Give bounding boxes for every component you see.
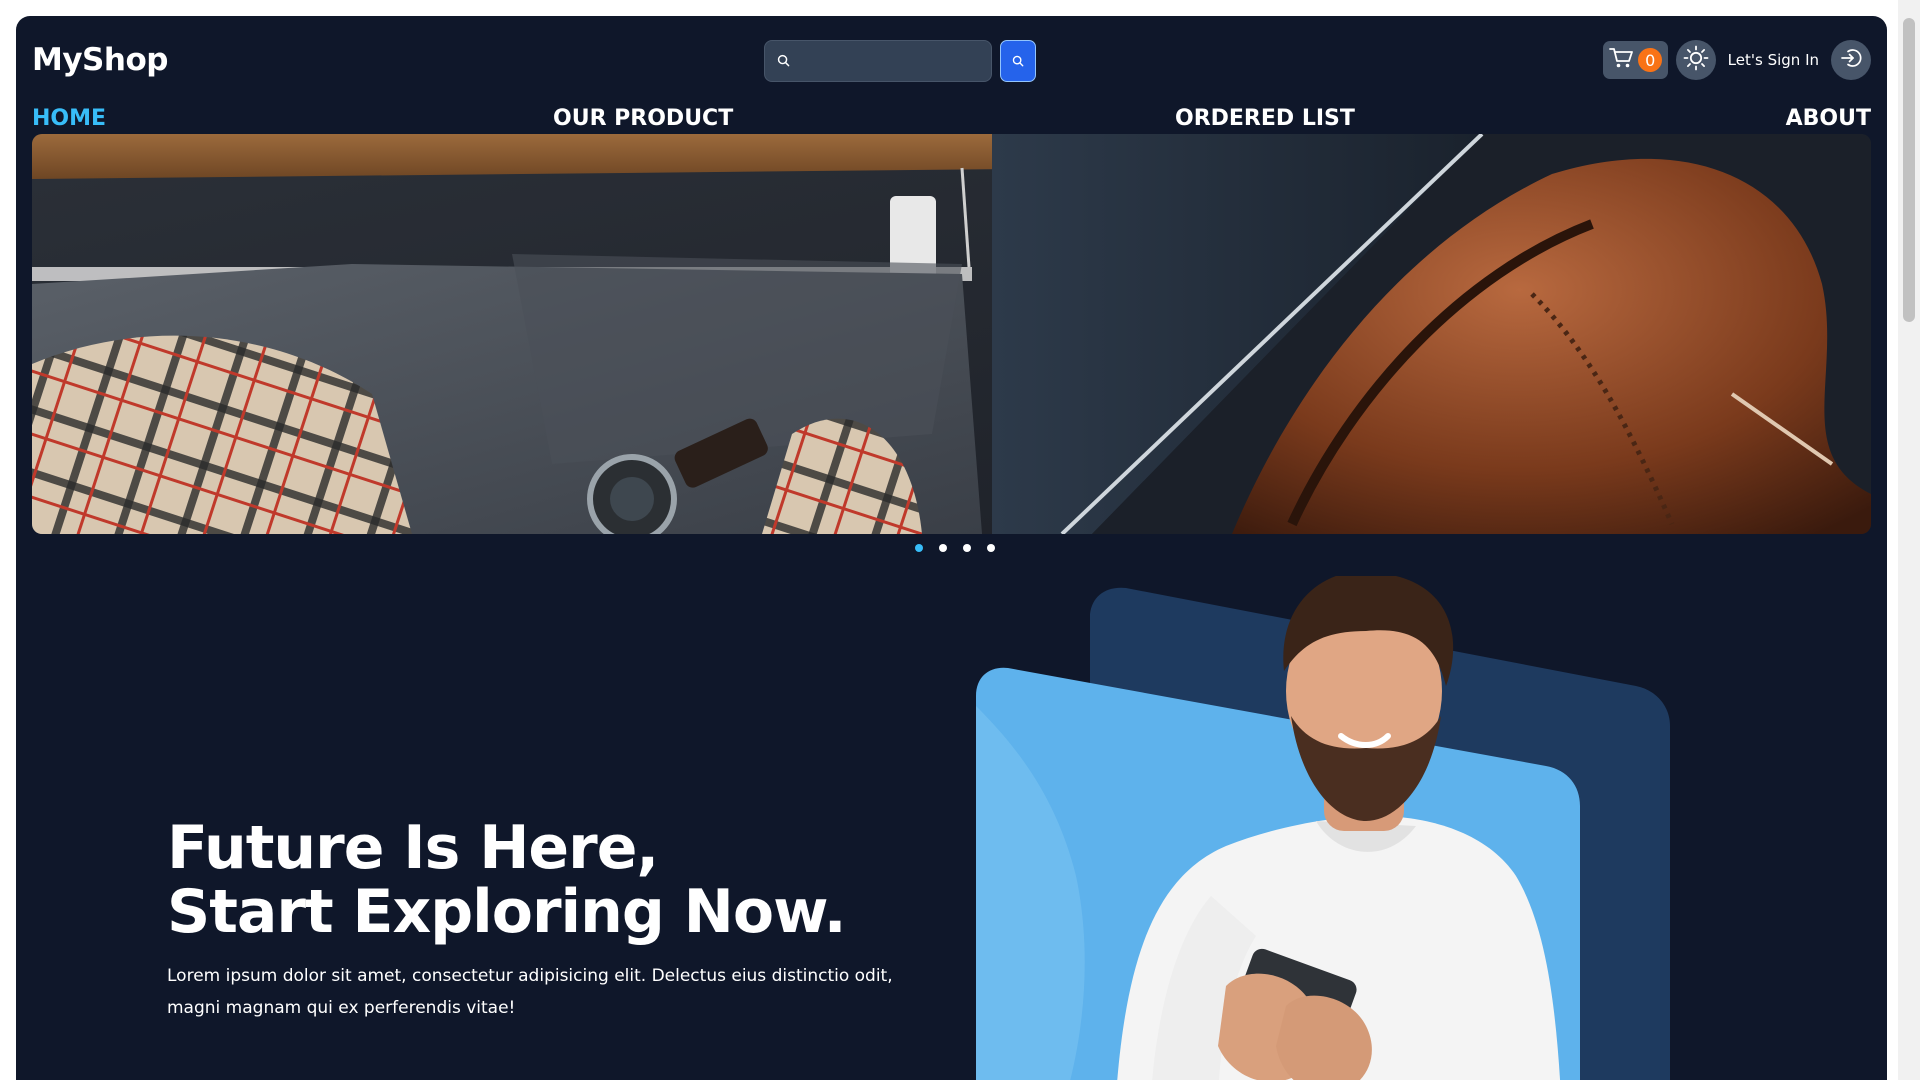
sign-in-icon	[1839, 46, 1863, 74]
search-button[interactable]	[1000, 40, 1036, 82]
app-window: MyShop 0 Let's Sign In HOME OUR PRODUCT …	[16, 16, 1887, 1080]
cart-button[interactable]: 0	[1602, 41, 1668, 79]
search-icon	[1012, 52, 1024, 71]
header-tools: 0 Let's Sign In	[1602, 40, 1871, 80]
search-input[interactable]	[798, 52, 978, 70]
nav-home[interactable]: HOME	[32, 106, 106, 131]
carousel-indicators	[915, 544, 995, 552]
page-scrollbar[interactable]	[1898, 0, 1920, 1080]
site-header: MyShop 0 Let's Sign In	[32, 38, 1871, 82]
carousel-dot-4[interactable]	[987, 544, 995, 552]
nav-about[interactable]: ABOUT	[1786, 106, 1871, 131]
theme-toggle-button[interactable]	[1675, 40, 1716, 80]
cart-count-badge: 0	[1638, 48, 1663, 72]
nav-our-product[interactable]: OUR PRODUCT	[553, 106, 733, 131]
hero-description: Lorem ipsum dolor sit amet, consectetur …	[167, 966, 893, 1018]
sun-icon	[1683, 45, 1709, 75]
hero-title-line-2: Start Exploring Now.	[167, 877, 846, 947]
sign-in-button[interactable]	[1831, 40, 1871, 80]
carousel-dot-1[interactable]	[915, 544, 923, 552]
main-nav: HOME OUR PRODUCT ORDERED LIST ABOUT	[32, 106, 1871, 136]
nav-ordered-list[interactable]: ORDERED LIST	[1175, 106, 1355, 131]
search-bar	[764, 40, 1036, 82]
sign-in-label[interactable]: Let's Sign In	[1728, 51, 1819, 69]
logo[interactable]: MyShop	[32, 42, 168, 78]
scrollbar-thumb[interactable]	[1903, 18, 1915, 322]
carousel-dot-2[interactable]	[939, 544, 947, 552]
hero-title-line-1: Future Is Here,	[167, 813, 659, 883]
carousel-dot-3[interactable]	[963, 544, 971, 552]
cart-icon	[1608, 46, 1634, 74]
hero-title: Future Is Here, Start Exploring Now.	[167, 816, 846, 944]
search-icon	[777, 52, 790, 71]
hero-illustration	[956, 570, 1756, 1080]
search-field[interactable]	[764, 40, 992, 82]
carousel-banner-image[interactable]	[32, 134, 1871, 534]
